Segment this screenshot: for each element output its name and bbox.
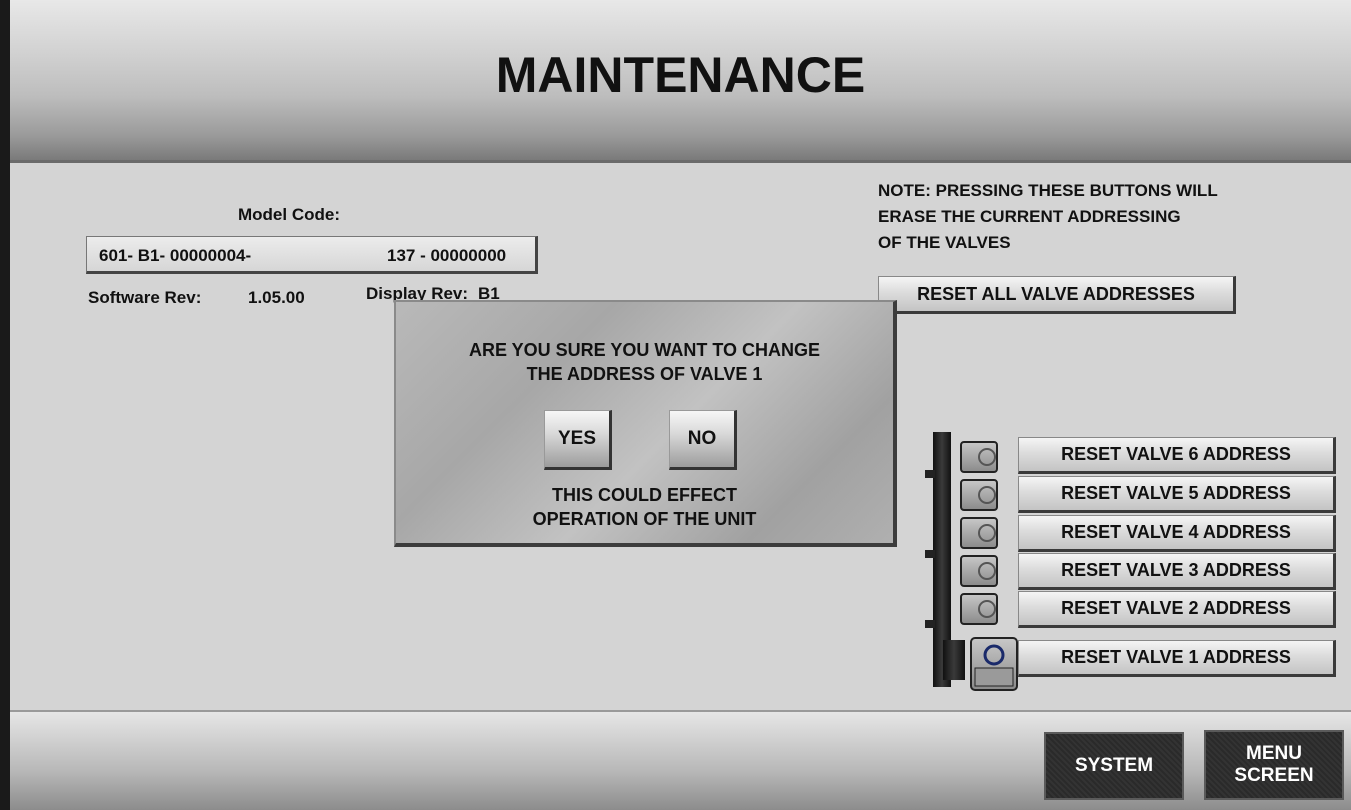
note-line-2: ERASE THE CURRENT ADDRESSING (878, 207, 1181, 226)
reset-valve-1-button[interactable]: RESET VALVE 1 ADDRESS (1018, 640, 1336, 677)
model-code-label: Model Code: (238, 205, 340, 224)
footer-bar: SYSTEM MENU SCREEN (10, 710, 1351, 810)
page-title: MAINTENANCE (495, 47, 866, 103)
dialog-warning-line-1: THIS COULD EFFECT (552, 485, 737, 505)
note-line-3: OF THE VALVES (878, 233, 1011, 252)
header-bar: MAINTENANCE (10, 0, 1351, 163)
dialog-warning-line-2: OPERATION OF THE UNIT (532, 509, 757, 529)
model-code-part2: 137 - 00000000 (387, 246, 507, 265)
dialog-question-line-1: ARE YOU SURE YOU WANT TO CHANGE (468, 340, 821, 360)
menu-screen-label-line-2: SCREEN (1234, 765, 1314, 786)
reset-valve-6-button[interactable]: RESET VALVE 6 ADDRESS (1018, 437, 1336, 474)
menu-screen-button[interactable]: MENU SCREEN (1204, 730, 1344, 800)
note-line-1: NOTE: PRESSING THESE BUTTONS WILL (878, 181, 1218, 200)
maintenance-screen: MAINTENANCE Model Code: 601- B1- 0000000… (10, 0, 1351, 810)
software-rev-value: 1.05.00 (248, 288, 305, 307)
reset-valve-2-button[interactable]: RESET VALVE 2 ADDRESS (1018, 591, 1336, 628)
software-rev-label: Software Rev: (88, 288, 202, 307)
yes-button[interactable]: YES (544, 410, 612, 470)
address-warning-note: NOTE: PRESSING THESE BUTTONS WILL ERASE … (878, 178, 1218, 256)
reset-valve-3-button[interactable]: RESET VALVE 3 ADDRESS (1018, 553, 1336, 590)
no-button[interactable]: NO (669, 410, 737, 470)
reset-all-valves-button[interactable]: RESET ALL VALVE ADDRESSES (878, 276, 1236, 314)
model-code-display: 601- B1- 00000004- 137 - 00000000 (86, 236, 538, 274)
confirm-dialog: ARE YOU SURE YOU WANT TO CHANGE THE ADDR… (394, 300, 897, 547)
system-button[interactable]: SYSTEM (1044, 732, 1184, 800)
reset-valve-5-button[interactable]: RESET VALVE 5 ADDRESS (1018, 476, 1336, 513)
menu-screen-label-line-1: MENU (1246, 743, 1302, 764)
valve-stack-icon (925, 432, 1018, 691)
model-code-part1: 601- B1- 00000004- (99, 246, 252, 265)
reset-valve-4-button[interactable]: RESET VALVE 4 ADDRESS (1018, 515, 1336, 552)
dialog-question-line-2: THE ADDRESS OF VALVE 1 (526, 364, 763, 384)
